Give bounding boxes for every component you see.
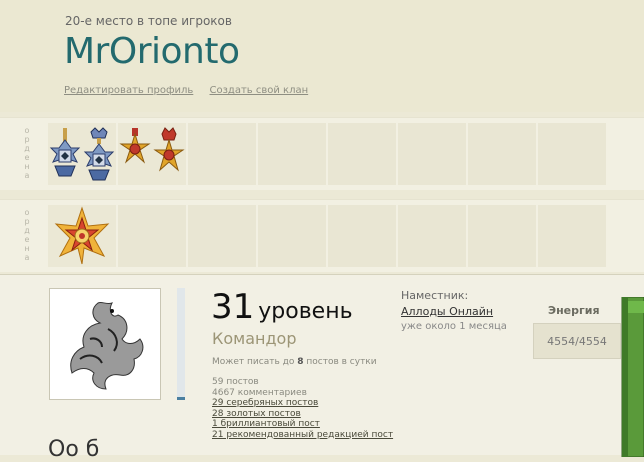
orders-vertical-label: ордена [24, 126, 30, 180]
deputy-game-link[interactable]: Аллоды Онлайн [401, 305, 507, 318]
posts-limit-text: Может писать до 8 постов в сутки [212, 357, 377, 367]
gold-crown-star-medal-icon[interactable] [153, 126, 185, 182]
recommended-posts-link[interactable]: 21 рекомендованный редакцией пост [212, 430, 393, 441]
energy-value: 4554/4554 [547, 334, 607, 348]
order-slot-empty [258, 123, 326, 185]
user-title: Командор [212, 329, 297, 348]
order-slot-empty [118, 205, 186, 267]
profile-links: Редактировать профиль Создать свой клан [64, 85, 321, 96]
energy-value-box: 4554/4554 [533, 323, 621, 359]
comments-count: 4667 комментариев [212, 387, 307, 398]
orders-vertical-label: ордена [24, 208, 30, 262]
order-slot-empty [188, 205, 256, 267]
top-rank-text: 20-е место в топе игроков [65, 14, 232, 28]
red-gold-star-medal-icon[interactable] [52, 206, 112, 266]
deputy-duration: уже около 1 месяца [401, 321, 507, 332]
order-slot-empty [538, 205, 606, 267]
gold-posts-link[interactable]: 28 золотых постов [212, 409, 393, 420]
energy-label: Энергия [548, 304, 600, 317]
level-progress-bar [177, 288, 185, 400]
avatar[interactable] [49, 288, 161, 400]
order-slot-empty [468, 123, 536, 185]
order-slot-empty [398, 205, 466, 267]
orders-row-1: ордена [0, 117, 644, 190]
level-progress-fill [177, 397, 185, 400]
order-slot-1[interactable] [48, 123, 116, 185]
deputy-info: Наместник: Аллоды Онлайн уже около 1 мес… [401, 289, 507, 332]
section-heading-partial: Оо б [48, 437, 100, 462]
profile-header: 20-е место в топе игроков MrOrionto Реда… [0, 0, 644, 112]
create-clan-link[interactable]: Создать свой клан [210, 85, 309, 96]
profile-main: 31 уровень Командор Может писать до 8 пос… [0, 275, 644, 462]
order-slot-empty [188, 123, 256, 185]
order-slot-empty [538, 123, 606, 185]
blue-crown-cross-medal-icon[interactable] [83, 126, 115, 182]
blue-cross-medal-icon[interactable] [49, 126, 81, 178]
posts-count: 59 постов [212, 377, 259, 387]
level-word: уровень [258, 299, 353, 324]
side-panel-widget[interactable] [620, 297, 644, 457]
orders-row-2: ордена [0, 199, 644, 272]
order-slot-empty [328, 123, 396, 185]
order-slot-empty [398, 123, 466, 185]
order-slot-empty [328, 205, 396, 267]
silver-posts-link[interactable]: 29 серебряных постов [212, 398, 393, 409]
gold-star-medal-icon[interactable] [119, 126, 151, 172]
order-slot-2[interactable] [118, 123, 186, 185]
diamond-posts-link[interactable]: 1 бриллиантовый пост [212, 419, 393, 430]
user-level: 31 уровень [211, 287, 353, 327]
order-slot-empty [468, 205, 536, 267]
user-stats: 59 постов 4667 комментариев 29 серебряны… [212, 377, 393, 440]
order-slot-empty [258, 205, 326, 267]
deputy-label: Наместник: [401, 289, 469, 302]
order-slot-1[interactable] [48, 205, 116, 267]
posts-limit-count: 8 [297, 357, 304, 367]
username-title: MrOrionto [64, 31, 240, 72]
dragon-avatar-image [50, 289, 160, 399]
edit-profile-link[interactable]: Редактировать профиль [64, 85, 193, 96]
level-number: 31 [211, 287, 255, 327]
